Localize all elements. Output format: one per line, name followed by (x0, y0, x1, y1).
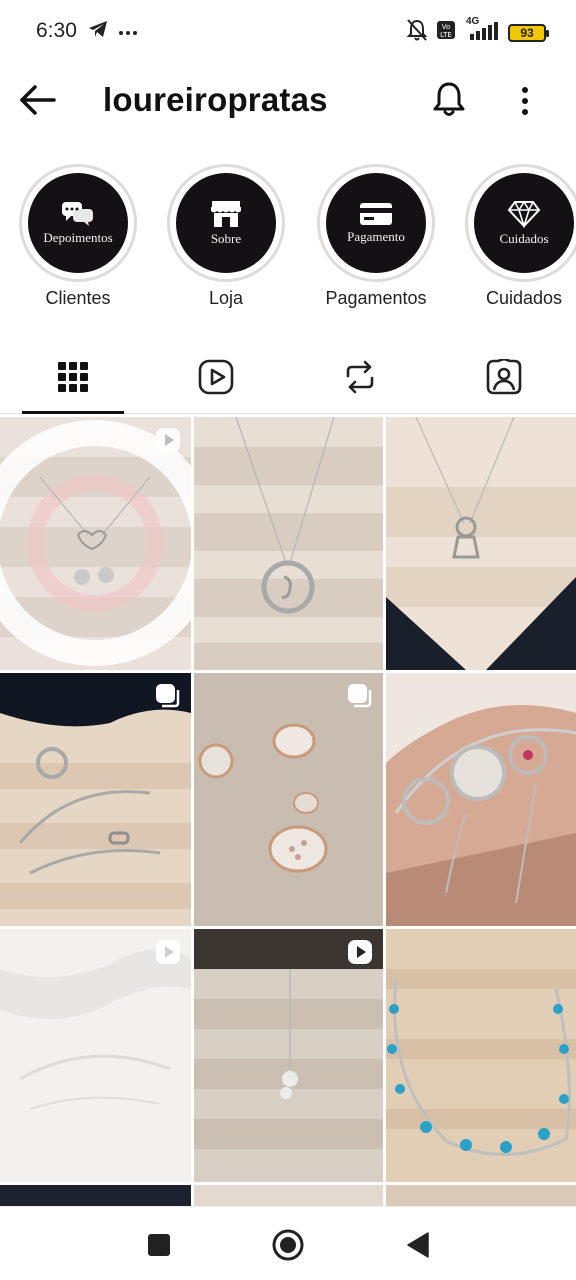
notifications-button[interactable] (428, 78, 470, 120)
home-button[interactable] (270, 1227, 306, 1263)
reel-badge-icon (155, 939, 181, 970)
post-thumbnail[interactable] (386, 417, 576, 670)
profile-header: loureiropratas (0, 64, 576, 136)
highlight-cuidados[interactable]: Cuidados Cuidados (454, 164, 576, 309)
triangle-back-icon (407, 1232, 429, 1258)
arrow-left-icon (20, 85, 56, 115)
back-nav-button[interactable] (400, 1227, 436, 1263)
active-tab-indicator (22, 411, 124, 414)
svg-text:LTE: LTE (440, 31, 452, 39)
carousel-badge-icon (155, 683, 181, 714)
blue-bracelet-photo (386, 929, 576, 1182)
reels-icon (198, 359, 234, 395)
diamond-icon (507, 199, 541, 228)
bell-icon (433, 82, 465, 116)
status-bar: 6:30 Vo LTE 4G 93 (0, 0, 576, 64)
posts-grid (0, 417, 576, 1207)
post-thumbnail[interactable] (386, 929, 576, 1182)
post-thumbnail[interactable] (0, 929, 191, 1182)
tagged-icon (486, 359, 522, 395)
highlight-inner-text: Depoimentos (43, 229, 113, 245)
post-thumbnail[interactable] (194, 1185, 383, 1207)
reel-badge-icon (155, 427, 181, 458)
grid-icon (58, 362, 88, 392)
battery-icon: 93 (508, 23, 549, 42)
highlight-inner-text: Pagamento (347, 228, 405, 244)
back-button[interactable] (18, 80, 58, 120)
highlight-label: Clientes (45, 288, 111, 308)
tab-tagged[interactable] (453, 340, 555, 414)
mute-icon (406, 18, 428, 47)
tab-reels[interactable] (165, 340, 267, 414)
profile-tabs (0, 340, 576, 414)
system-navigation-bar (0, 1206, 576, 1280)
story-highlights: Depoimentos Clientes Sobre Loja Pagament… (0, 164, 576, 324)
carousel-badge-icon (347, 683, 373, 714)
post-thumbnail[interactable] (194, 673, 383, 926)
volte-icon: Vo LTE (436, 20, 456, 45)
pendant-photo (194, 417, 383, 670)
network-label: 4G (466, 16, 480, 27)
tab-grid[interactable] (22, 340, 124, 414)
post-thumbnail[interactable] (386, 1185, 576, 1207)
highlight-clientes[interactable]: Depoimentos Clientes (8, 164, 148, 309)
more-dots-icon (118, 23, 138, 41)
highlight-inner-text: Sobre (210, 230, 242, 246)
tab-reposts[interactable] (309, 340, 411, 414)
highlight-label: Pagamentos (325, 288, 427, 308)
post-thumbnail[interactable] (0, 417, 191, 670)
4g-signal-icon: 4G (464, 16, 500, 45)
kebab-menu-icon (522, 87, 528, 115)
recents-button[interactable] (141, 1227, 177, 1263)
post-thumbnail[interactable] (0, 673, 191, 926)
profile-username: loureiropratas (103, 81, 328, 118)
post-thumbnail[interactable] (386, 673, 576, 926)
reel-badge-icon (347, 939, 373, 970)
home-circle-icon (272, 1229, 304, 1261)
highlight-label: Cuidados (485, 288, 563, 308)
credit-card-icon (360, 202, 392, 225)
more-options-button[interactable] (510, 80, 540, 120)
highlight-inner-text: Cuidados (499, 230, 549, 246)
highlight-loja[interactable]: Sobre Loja (156, 164, 296, 309)
post-thumbnail[interactable] (194, 417, 383, 670)
post-thumbnail[interactable] (194, 929, 383, 1182)
bracelets-on-wrist-photo (386, 673, 576, 926)
svg-text:Vo: Vo (442, 23, 451, 31)
status-time: 6:30 (36, 19, 77, 42)
pendant-photo (386, 417, 576, 670)
repost-icon (346, 360, 374, 394)
telegram-icon (88, 20, 108, 43)
chat-bubbles-icon (62, 201, 93, 226)
store-icon (211, 200, 241, 227)
highlight-label: Loja (208, 288, 244, 308)
post-thumbnail[interactable] (0, 1185, 191, 1207)
square-icon (148, 1234, 170, 1256)
highlight-pagamentos[interactable]: Pagamento Pagamentos (306, 164, 446, 309)
